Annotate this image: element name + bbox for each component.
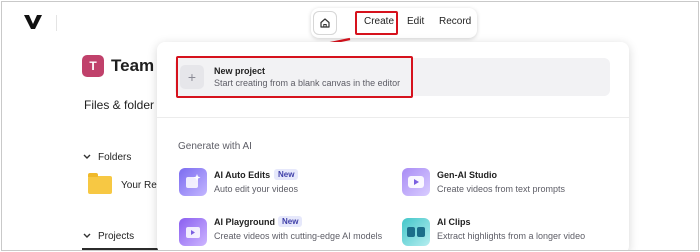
tool-title-ai-auto-edits[interactable]: AI Auto Edits	[214, 170, 270, 180]
team-avatar: T	[82, 55, 104, 77]
tool-desc-gen-ai-studio: Create videos from text prompts	[437, 184, 566, 194]
tool-title-gen-ai-studio[interactable]: Gen-AI Studio	[437, 170, 497, 180]
new-badge: New	[278, 216, 303, 227]
project-thumbnail-strip	[82, 248, 162, 250]
vimeo-logo-icon[interactable]	[24, 14, 42, 30]
ai-auto-edits-icon[interactable]	[179, 168, 207, 196]
chevron-down-icon[interactable]	[82, 152, 92, 162]
home-icon	[320, 18, 330, 28]
files-folders-title: Files & folder	[84, 98, 155, 112]
nav-edit[interactable]: Edit	[407, 16, 424, 27]
folder-item-label[interactable]: Your Re	[121, 180, 157, 191]
folders-section-label[interactable]: Folders	[98, 152, 131, 163]
app-window: T Team Files & folder Folders Your Re Pr…	[1, 1, 699, 251]
tool-desc-ai-playground: Create videos with cutting-edge AI model…	[214, 231, 383, 241]
nav-record[interactable]: Record	[439, 16, 471, 27]
folder-icon[interactable]	[88, 173, 112, 194]
tool-desc-ai-clips: Extract highlights from a longer video	[437, 231, 586, 241]
generate-ai-heading: Generate with AI	[178, 141, 252, 152]
chevron-down-icon[interactable]	[82, 231, 92, 241]
tool-title-ai-clips[interactable]: AI Clips	[437, 217, 471, 227]
create-highlight-box	[355, 11, 398, 35]
topbar-divider	[56, 15, 57, 31]
team-title: Team	[111, 56, 155, 75]
gen-ai-studio-icon[interactable]	[402, 168, 430, 196]
tool-desc-ai-auto-edits: Auto edit your videos	[214, 184, 299, 194]
ai-playground-icon[interactable]	[179, 218, 207, 246]
new-badge: New	[274, 169, 299, 180]
panel-divider	[157, 117, 629, 118]
home-button[interactable]	[313, 11, 337, 35]
ai-clips-icon[interactable]	[402, 218, 430, 246]
new-project-highlight-box	[176, 56, 413, 98]
tool-title-ai-playground[interactable]: AI Playground	[214, 217, 275, 227]
projects-section-label[interactable]: Projects	[98, 231, 134, 242]
